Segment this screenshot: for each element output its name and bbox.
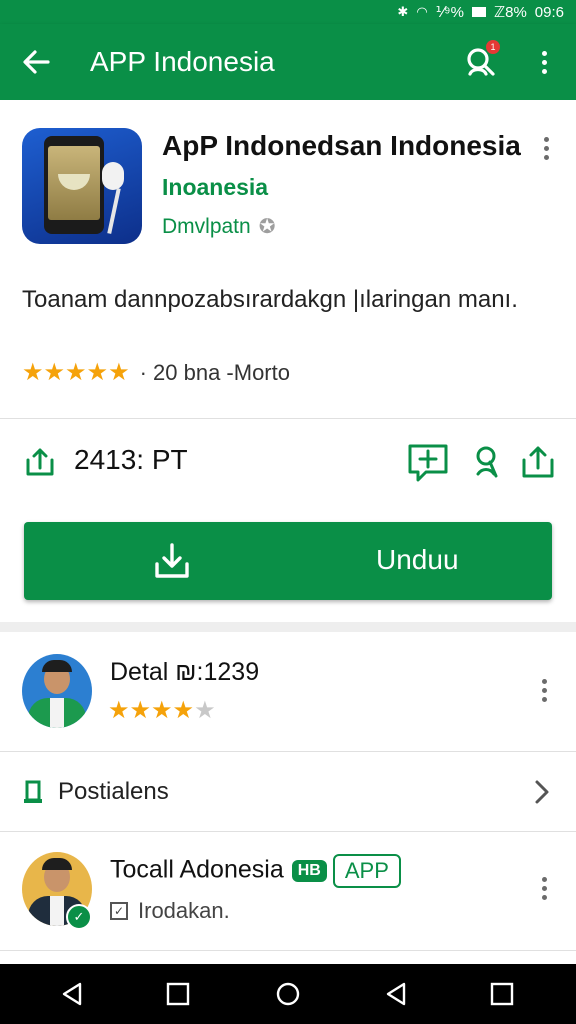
nav-recent-icon[interactable] <box>164 980 192 1008</box>
install-label: Unduu <box>376 544 459 575</box>
upload-icon[interactable] <box>518 442 558 482</box>
list-item[interactable]: ✓ Tocall Adonesia HB APP ✓ Irodakan. <box>0 832 576 952</box>
bluetooth-icon: ✱ <box>397 4 409 19</box>
download-icon <box>154 542 190 580</box>
back-arrow-icon[interactable] <box>20 46 52 78</box>
install-button[interactable]: Unduu <box>24 522 552 600</box>
item-more-icon[interactable] <box>534 872 554 904</box>
item2-app-tag: APP <box>332 854 401 888</box>
link-icon[interactable] <box>466 442 506 482</box>
nav-back-icon[interactable] <box>58 980 86 1008</box>
add-comment-icon[interactable] <box>408 442 448 482</box>
app-name: ApP Indonedsan Indonesia <box>162 130 521 161</box>
app-bar-title: APP Indonesia <box>90 46 275 77</box>
developer-link[interactable]: Inoanesia <box>162 174 268 201</box>
system-nav-bar <box>0 964 576 1024</box>
chevron-right-icon <box>532 778 552 806</box>
section-gap <box>0 622 576 632</box>
avatar <box>22 654 92 728</box>
app-subtitle: Dmvlpatn ✪ <box>162 214 275 239</box>
section-row[interactable]: Postialens <box>0 752 576 832</box>
nav-home-icon[interactable] <box>274 980 302 1008</box>
item2-subtitle: Irodakan. <box>138 898 230 923</box>
item-title: Tocall Adonesia HB APP <box>110 854 401 888</box>
share-icon <box>24 446 56 478</box>
search-icon[interactable]: 1 <box>462 40 500 80</box>
overflow-menu-icon[interactable] <box>528 46 560 78</box>
wifi-icon: ◠ <box>416 4 428 19</box>
nav-back-icon[interactable] <box>382 980 410 1008</box>
bookmark-icon <box>24 780 42 804</box>
battery-icon <box>471 7 486 17</box>
item2-tag: HB <box>291 860 327 882</box>
verified-icon: ✓ <box>66 904 92 930</box>
battery-text: ℤ8% <box>493 4 527 21</box>
app-bar: APP Indonesia 1 <box>0 24 576 100</box>
notification-badge: 1 <box>486 40 500 54</box>
app-header: ApP Indonedsan Indonesia Inoanesia Dmvlp… <box>0 100 576 420</box>
signal-text: ⅟⁹% <box>435 4 464 21</box>
item-more-icon[interactable] <box>534 674 554 706</box>
nav-recent-icon[interactable] <box>488 980 516 1008</box>
section-label: Postialens <box>58 778 169 805</box>
rating-text: · 20 bna -Morto <box>139 359 290 385</box>
item-rating-stars: ★★★★★ <box>108 697 216 724</box>
checkbox-icon: ✓ <box>110 902 128 920</box>
divider <box>0 418 576 419</box>
app-subtitle-text: Dmvlpatn <box>162 214 251 238</box>
rating-row: ★★★★★ · 20 bna -Morto <box>22 358 290 387</box>
app-icon <box>22 128 142 244</box>
size-text: 2413: PT <box>74 444 188 475</box>
rating-stars: ★★★★★ <box>22 359 130 386</box>
editors-choice-icon: ✪ <box>258 216 276 238</box>
item2-title: Tocall Adonesia <box>110 855 284 884</box>
app-description: Toanam dannpozabsırardakgn |ılaringan ma… <box>22 286 518 313</box>
divider <box>0 950 576 951</box>
item-title: Detal ₪:1239 <box>110 658 260 686</box>
clock: 09:6 <box>534 3 564 21</box>
status-bar: ✱ ◠ ⅟⁹% ℤ8% 09:6 <box>0 0 576 24</box>
list-item[interactable]: Detal ₪:1239 ★★★★★ <box>0 632 576 752</box>
stats-row: 2413: PT <box>0 420 576 506</box>
item2-subtitle-row: ✓ Irodakan. <box>110 898 230 924</box>
header-more-icon[interactable] <box>536 132 556 164</box>
